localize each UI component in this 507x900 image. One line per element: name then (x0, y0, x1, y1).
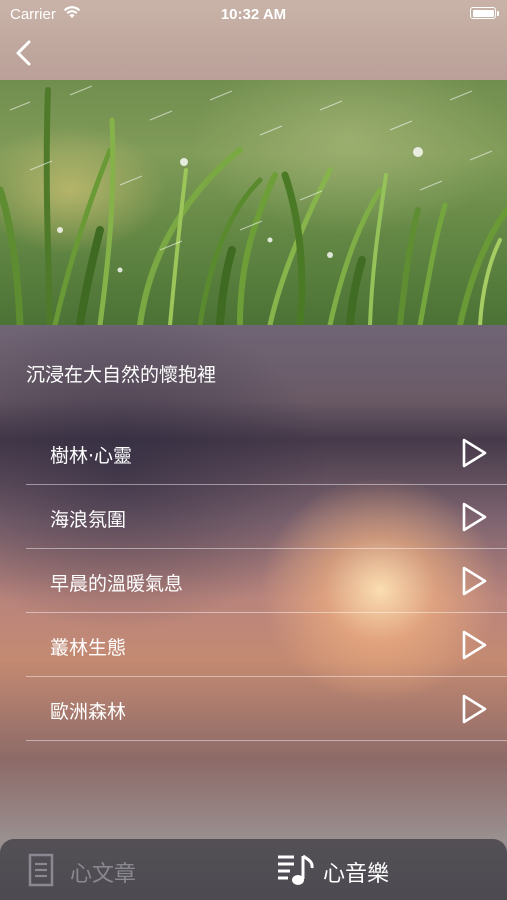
tab-music[interactable]: 心音樂 (253, 839, 507, 900)
play-icon[interactable] (460, 501, 488, 533)
track-row[interactable]: 叢林生態 (0, 613, 507, 677)
track-title: 叢林生態 (50, 637, 127, 659)
track-title: 歐洲森林 (50, 701, 127, 723)
track-title: 樹林·心靈 (50, 445, 133, 467)
section-title: 沉浸在大自然的懷抱裡 (26, 364, 217, 386)
back-button[interactable] (10, 36, 40, 70)
track-row[interactable]: 樹林·心靈 (0, 421, 507, 485)
battery-icon (470, 7, 496, 19)
divider (26, 740, 507, 741)
music-list-icon (278, 854, 314, 885)
track-list: 樹林·心靈 海浪氛圍 早晨的溫暖氣息 叢林生態 歐洲森林 (0, 421, 507, 741)
play-icon[interactable] (460, 565, 488, 597)
tab-articles[interactable]: 心文章 (0, 839, 253, 900)
track-row[interactable]: 海浪氛圍 (0, 485, 507, 549)
tab-label: 心音樂 (323, 862, 390, 887)
play-icon[interactable] (460, 629, 488, 661)
track-row[interactable]: 歐洲森林 (0, 677, 507, 741)
clock: 10:32 AM (220, 6, 287, 23)
grass-rain-photo (0, 80, 507, 325)
document-icon (28, 853, 54, 887)
track-title: 早晨的溫暖氣息 (50, 573, 184, 595)
tab-bar: 心文章 心音樂 (0, 839, 507, 900)
chevron-left-icon (16, 40, 31, 66)
hero-image (0, 80, 507, 325)
tab-label: 心文章 (70, 862, 137, 887)
track-title: 海浪氛圍 (50, 509, 127, 531)
play-icon[interactable] (460, 437, 488, 469)
battery-tip (497, 11, 499, 16)
play-icon[interactable] (460, 693, 488, 725)
track-row[interactable]: 早晨的溫暖氣息 (0, 549, 507, 613)
status-bar: Carrier 10:32 AM (0, 0, 507, 30)
